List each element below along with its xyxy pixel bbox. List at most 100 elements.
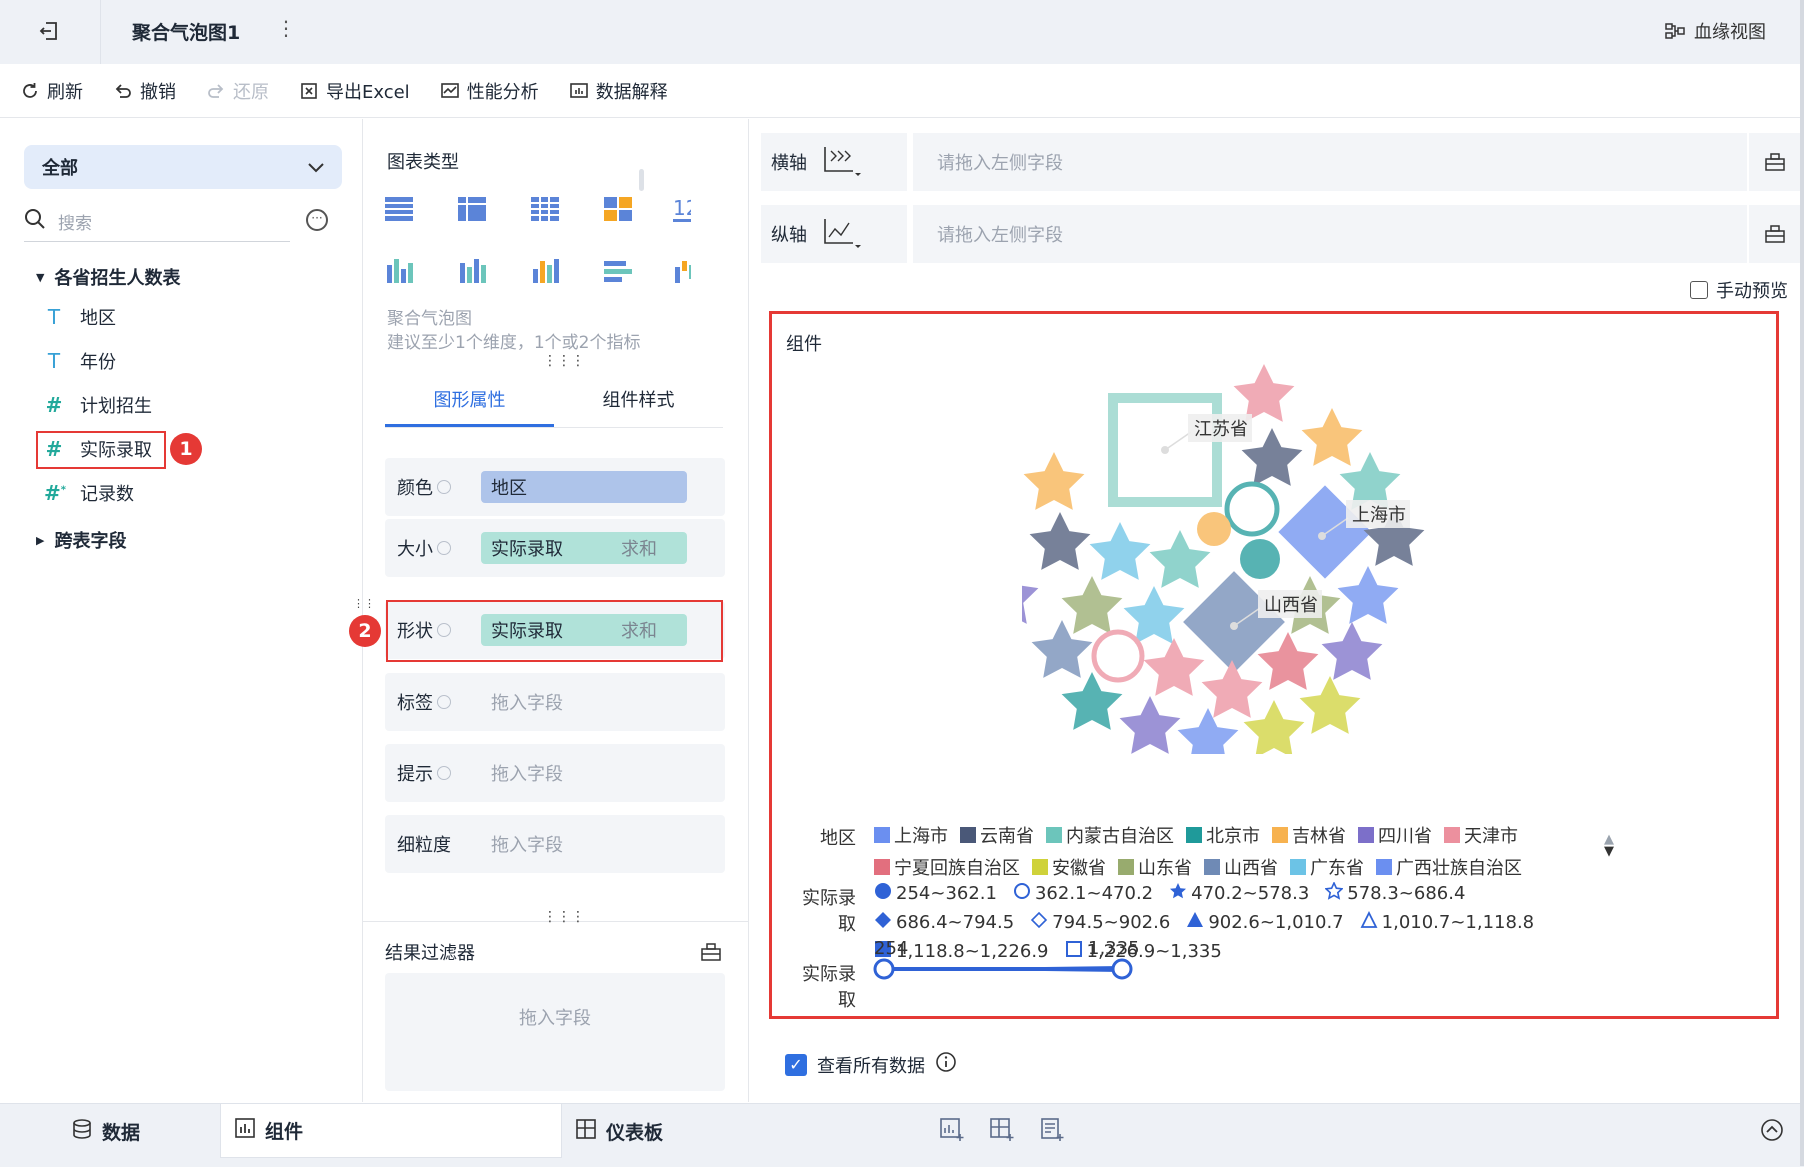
tab-graphic-properties[interactable]: 图形属性: [385, 381, 554, 427]
color-legend-item[interactable]: 云南省: [960, 822, 1034, 848]
performance-analysis-button[interactable]: 性能分析: [440, 78, 539, 104]
waterfall-chart-icon[interactable]: [675, 259, 691, 283]
legend-scroll-icon[interactable]: ▲ ▼: [1604, 833, 1614, 858]
info-icon[interactable]: [935, 1051, 957, 1078]
shape-legend-item[interactable]: 902.6~1,010.7: [1186, 911, 1344, 934]
view-all-data-toggle[interactable]: ✓ 查看所有数据: [785, 1051, 957, 1078]
refresh-button[interactable]: 刷新: [20, 78, 83, 104]
bar-chart-icon[interactable]: [533, 259, 559, 283]
shape-legend-item[interactable]: 794.5~902.6: [1030, 911, 1170, 934]
bubble-star[interactable]: [1301, 408, 1363, 466]
y-axis-drop-zone[interactable]: 请拖入左侧字段: [913, 205, 1747, 263]
shape-legend-item[interactable]: 686.4~794.5: [874, 911, 1014, 934]
bubble-star[interactable]: [1321, 622, 1383, 680]
label-property[interactable]: 标签 拖入字段: [385, 673, 725, 731]
color-legend-item[interactable]: 广西壮族自治区: [1376, 854, 1522, 880]
bubble-circle[interactable]: [1197, 512, 1231, 546]
color-property[interactable]: 颜色 地区: [385, 458, 725, 516]
y-axis-settings-icon[interactable]: [1749, 205, 1801, 263]
bubble-star[interactable]: [1029, 512, 1091, 570]
data-explain-button[interactable]: 数据解释: [569, 78, 668, 104]
table-node[interactable]: ▼ 各省招生人数表: [36, 264, 180, 290]
lineage-view-button[interactable]: 血缘视图: [1664, 18, 1766, 44]
bubble-circle-outline[interactable]: [1091, 629, 1145, 683]
bubble-star[interactable]: [1337, 566, 1399, 624]
x-axis-type-icon[interactable]: [821, 143, 861, 182]
chart-type-scrollbar[interactable]: [639, 169, 644, 191]
horizontal-bar-icon[interactable]: [604, 261, 632, 282]
size-property[interactable]: 大小 实际录取 求和: [385, 519, 725, 577]
tab-component-style[interactable]: 组件样式: [554, 381, 723, 427]
stacked-bar-icon[interactable]: [460, 259, 486, 283]
color-legend-item[interactable]: 北京市: [1186, 822, 1260, 848]
add-component-icon[interactable]: [940, 1118, 964, 1146]
bubble-circle-outline[interactable]: [1224, 481, 1280, 537]
color-legend-item[interactable]: 广东省: [1290, 854, 1364, 880]
bubble-star[interactable]: [1022, 566, 1039, 624]
bubble-star[interactable]: [1143, 638, 1205, 696]
crosstab-chart-icon[interactable]: [458, 197, 486, 221]
grouped-bar-icon[interactable]: [387, 259, 413, 283]
field-item-year[interactable]: T 年份: [44, 348, 116, 374]
color-legend-item[interactable]: 上海市: [874, 822, 948, 848]
resize-handle-icon[interactable]: ⋮⋮⋮: [543, 909, 585, 925]
window-scrollbar[interactable]: [1800, 0, 1804, 1166]
cross-table-fields-node[interactable]: ▶ 跨表字段: [36, 527, 126, 553]
tab-data[interactable]: 数据: [72, 1104, 140, 1158]
manual-preview-checkbox[interactable]: [1690, 281, 1708, 299]
gear-icon[interactable]: [437, 695, 451, 709]
tooltip-drop-zone[interactable]: 拖入字段: [481, 760, 563, 786]
bubble-star[interactable]: [1201, 660, 1263, 718]
bubble-star[interactable]: [1257, 632, 1319, 690]
label-drop-zone[interactable]: 拖入字段: [481, 689, 563, 715]
kpi-block-icon[interactable]: [604, 197, 632, 221]
manual-preview-toggle[interactable]: 手动预览: [1690, 277, 1788, 303]
color-legend-item[interactable]: 吉林省: [1272, 822, 1346, 848]
bubble-star[interactable]: [1119, 696, 1181, 754]
color-legend-item[interactable]: 内蒙古自治区: [1046, 822, 1174, 848]
shape-legend-item[interactable]: 254~362.1: [874, 882, 997, 905]
back-icon[interactable]: [38, 20, 62, 44]
color-field-pill[interactable]: 地区: [481, 471, 687, 503]
shape-legend-item[interactable]: 470.2~578.3: [1169, 882, 1309, 905]
more-menu-icon[interactable]: ⋮: [276, 16, 296, 40]
bubble-star[interactable]: [1031, 620, 1093, 678]
bubble-star[interactable]: [1243, 700, 1305, 754]
gear-icon[interactable]: [437, 766, 451, 780]
granularity-property[interactable]: 细粒度 拖入字段: [385, 815, 725, 873]
scope-select[interactable]: 全部: [24, 145, 342, 189]
y-axis-type-icon[interactable]: [821, 215, 861, 254]
color-legend-item[interactable]: 四川省: [1358, 822, 1432, 848]
bubble-star[interactable]: [1299, 676, 1361, 734]
tooltip-property[interactable]: 提示 拖入字段: [385, 744, 725, 802]
field-item-record-count[interactable]: #* 记录数: [44, 480, 134, 506]
bubble-star[interactable]: [1023, 452, 1085, 510]
size-slider-max-handle[interactable]: [1111, 958, 1133, 980]
collapse-up-icon[interactable]: [1760, 1118, 1784, 1146]
color-legend-item[interactable]: 安徽省: [1032, 854, 1106, 880]
bubble-star[interactable]: [1089, 522, 1151, 580]
x-axis-drop-zone[interactable]: 请拖入左侧字段: [913, 133, 1747, 191]
gear-icon[interactable]: [437, 480, 451, 494]
export-excel-button[interactable]: 导出Excel: [299, 78, 410, 104]
size-legend-slider[interactable]: [872, 954, 1142, 984]
shape-legend-item[interactable]: 1,010.7~1,118.8: [1360, 910, 1534, 934]
color-legend-item[interactable]: 天津市: [1444, 822, 1518, 848]
color-legend-item[interactable]: 山西省: [1204, 854, 1278, 880]
more-options-icon[interactable]: ···: [306, 209, 328, 231]
table-chart-icon[interactable]: [385, 197, 413, 221]
bubble-star[interactable]: [1233, 364, 1295, 422]
field-item-planned[interactable]: # 计划招生: [44, 392, 152, 418]
field-item-region[interactable]: T 地区: [44, 304, 116, 330]
size-slider-min-handle[interactable]: [873, 958, 895, 980]
detail-table-icon[interactable]: [531, 197, 559, 221]
granularity-drop-zone[interactable]: 拖入字段: [481, 831, 563, 857]
shape-legend-item[interactable]: 362.1~470.2: [1013, 882, 1153, 905]
filter-settings-icon[interactable]: [701, 943, 721, 965]
gear-icon[interactable]: [437, 541, 451, 555]
x-axis-settings-icon[interactable]: [1749, 133, 1801, 191]
view-all-data-checkbox[interactable]: ✓: [785, 1053, 807, 1076]
add-dashboard-icon[interactable]: [990, 1118, 1014, 1146]
color-legend-item[interactable]: 宁夏回族自治区: [874, 854, 1020, 880]
panel-resize-handle-icon[interactable]: ⋮⋮: [353, 597, 375, 610]
